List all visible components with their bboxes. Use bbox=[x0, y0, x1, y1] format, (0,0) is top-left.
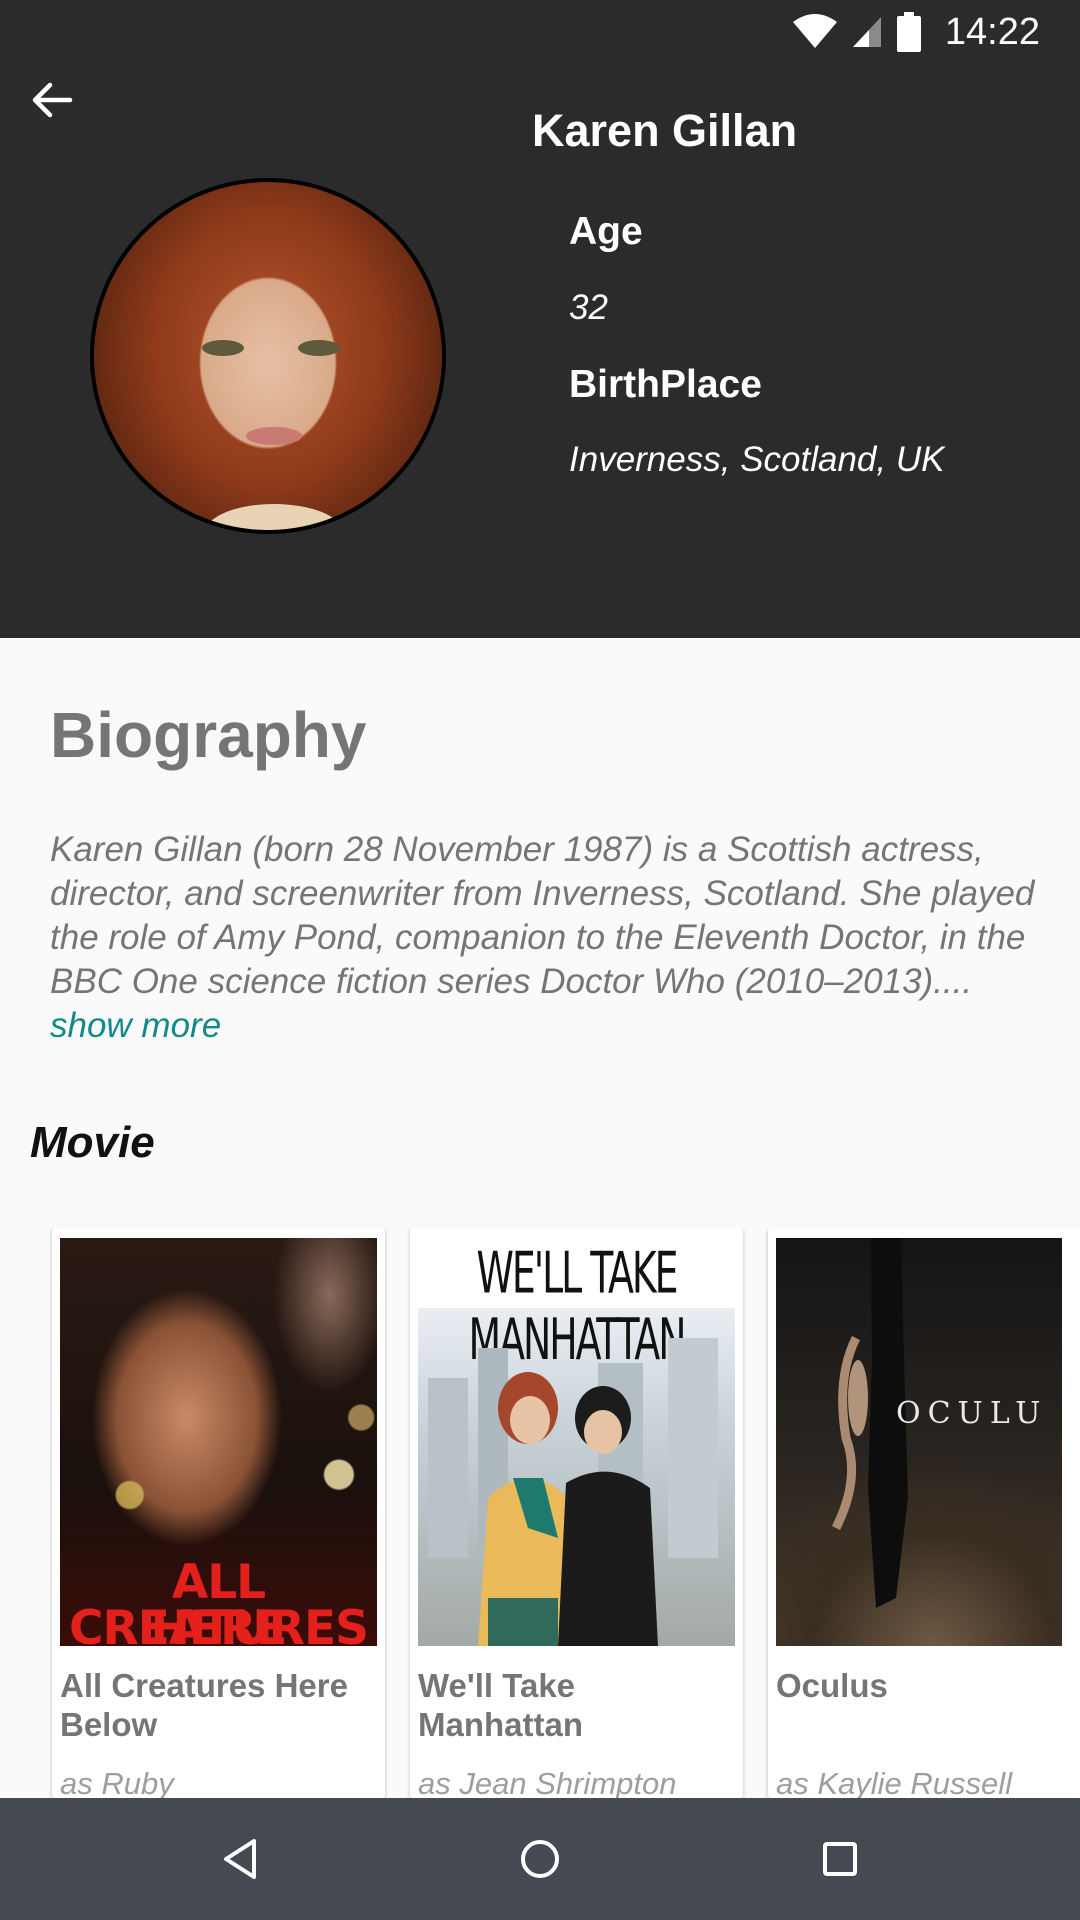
movie-poster: ALL CREATURES HERE BELOW bbox=[60, 1238, 377, 1646]
nav-recents-button[interactable] bbox=[806, 1825, 874, 1893]
avatar-eye-right bbox=[298, 340, 340, 356]
back-triangle-icon bbox=[224, 1839, 256, 1879]
nav-back-button[interactable] bbox=[206, 1825, 274, 1893]
poster-text: HERE BELOW bbox=[150, 1601, 288, 1646]
movie-title: Oculus bbox=[776, 1667, 888, 1704]
movie-card[interactable]: ALL CREATURES HERE BELOW All Creatures H… bbox=[52, 1228, 385, 1798]
age-value: 32 bbox=[569, 288, 608, 327]
movie-role: as Ruby bbox=[60, 1766, 174, 1798]
avatar-lips bbox=[246, 427, 302, 445]
biography-text: Karen Gillan (born 28 November 1987) is … bbox=[50, 828, 1040, 1048]
status-time: 14:22 bbox=[944, 10, 1040, 53]
movie-section-title: Movie bbox=[30, 1118, 155, 1167]
movie-title: All Creatures Here Below bbox=[60, 1667, 348, 1743]
movie-list[interactable]: ALL CREATURES HERE BELOW All Creatures H… bbox=[0, 1228, 1080, 1798]
avatar-collar bbox=[204, 504, 344, 530]
biography-title: Biography bbox=[50, 699, 367, 771]
status-bar: 14:22 bbox=[0, 0, 1080, 63]
poster-text: OCULU bbox=[896, 1396, 1048, 1431]
birthplace-value: Inverness, Scotland, UK bbox=[569, 440, 945, 479]
system-nav-bar bbox=[0, 1798, 1080, 1920]
poster-illustration bbox=[428, 1338, 718, 1646]
show-more-link[interactable]: show more bbox=[50, 1006, 221, 1045]
recents-square-icon bbox=[823, 1842, 857, 1876]
biography-body: Karen Gillan (born 28 November 1987) is … bbox=[50, 830, 1035, 1001]
birthplace-label: BirthPlace bbox=[569, 363, 762, 406]
wifi-icon bbox=[792, 14, 837, 48]
cell-signal-icon bbox=[852, 17, 881, 47]
movie-role: as Kaylie Russell bbox=[776, 1766, 1013, 1798]
movie-poster: WE'LL TAKE MANHATTAN bbox=[418, 1238, 735, 1646]
poster-illustration bbox=[831, 1238, 908, 1608]
back-button[interactable] bbox=[18, 66, 86, 134]
home-circle-icon bbox=[521, 1840, 559, 1878]
arrow-back-icon bbox=[32, 82, 73, 118]
status-icons: 14:22 bbox=[792, 10, 1040, 54]
movie-card[interactable]: WE'LL TAKE MANHATTAN We'll Take Manhatta… bbox=[410, 1228, 743, 1798]
actor-avatar bbox=[90, 178, 446, 534]
nav-home-button[interactable] bbox=[506, 1825, 574, 1893]
movie-role: as Jean Shrimpton bbox=[418, 1766, 677, 1798]
avatar-eye-left bbox=[202, 340, 244, 356]
battery-icon bbox=[896, 12, 921, 52]
actor-name: Karen Gillan bbox=[532, 105, 798, 156]
movie-title: We'll Take Manhattan bbox=[418, 1667, 583, 1743]
age-label: Age bbox=[569, 210, 643, 253]
movie-card[interactable]: OCULU Oculus as Kaylie Russell bbox=[768, 1228, 1080, 1798]
movie-poster: OCULU bbox=[776, 1238, 1062, 1646]
actor-header: 14:22 Karen Gillan Age 32 BirthPlace Inv… bbox=[0, 0, 1080, 638]
